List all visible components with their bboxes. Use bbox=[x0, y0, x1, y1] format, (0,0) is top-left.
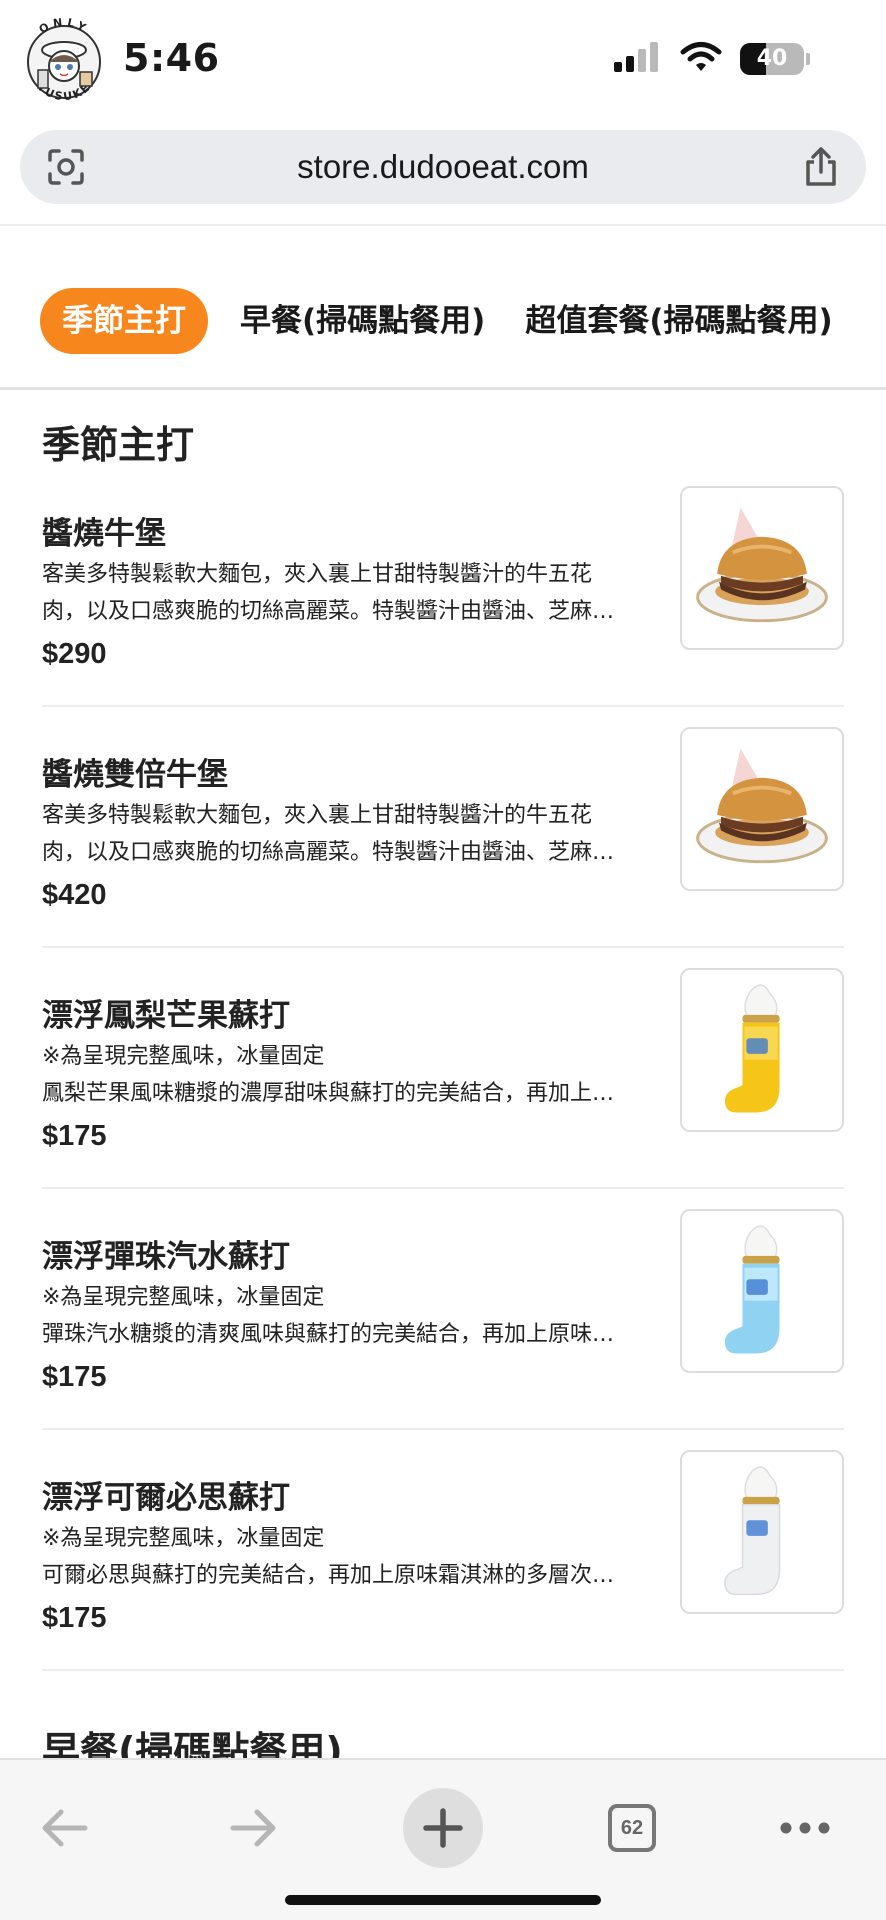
item-divider bbox=[42, 705, 844, 707]
item-desc-line: ※為呈現完整風味，冰量固定 bbox=[42, 1526, 325, 1551]
item-image-burger[interactable] bbox=[680, 486, 844, 650]
menu-item[interactable]: 漂浮可爾必思蘇打 ※為呈現完整風味，冰量固定 可爾必思與蘇打的完美結合，再加上原… bbox=[42, 1450, 844, 1712]
tabs-count: 62 bbox=[608, 1804, 656, 1852]
item-divider bbox=[42, 1428, 844, 1430]
status-bar: ONLY YUSUKE 5:46 bbox=[0, 0, 886, 118]
item-price: $290 bbox=[42, 638, 107, 670]
url-text[interactable]: store.dudooeat.com bbox=[20, 130, 866, 204]
item-name: 醬燒牛堡 bbox=[42, 516, 166, 552]
back-arrow-icon[interactable] bbox=[24, 1788, 104, 1868]
battery-level: 40 bbox=[756, 46, 788, 71]
item-image-burger[interactable] bbox=[680, 727, 844, 891]
plus-icon[interactable] bbox=[403, 1788, 483, 1868]
item-description: 客美多特製鬆軟大麵包，夾入裏上甘甜特製醬汁的牛五花 肉，以及口感爽脆的切絲高麗菜… bbox=[42, 797, 654, 871]
item-desc-line: 客美多特製鬆軟大麵包，夾入裏上甘甜特製醬汁的牛五花 bbox=[42, 803, 593, 828]
item-name: 漂浮鳳梨芒果蘇打 bbox=[42, 998, 290, 1034]
menu-item[interactable]: 醬燒雙倍牛堡 客美多特製鬆軟大麵包，夾入裏上甘甜特製醬汁的牛五花 肉，以及口感爽… bbox=[42, 727, 844, 989]
item-price: $420 bbox=[42, 879, 107, 911]
status-time: 5:46 bbox=[123, 36, 220, 80]
menu-item[interactable]: 醬燒牛堡 客美多特製鬆軟大麵包，夾入裏上甘甜特製醬汁的牛五花 肉，以及口感爽脆的… bbox=[42, 486, 844, 748]
item-price: $175 bbox=[42, 1120, 107, 1152]
item-divider bbox=[42, 1187, 844, 1189]
item-description: ※為呈現完整風味，冰量固定 彈珠汽水糖漿的清爽風味與蘇打的完美結合，再加上原味… bbox=[42, 1279, 654, 1353]
item-divider bbox=[42, 946, 844, 948]
share-icon[interactable] bbox=[802, 146, 840, 188]
item-divider bbox=[42, 1669, 844, 1671]
forward-arrow-icon[interactable] bbox=[214, 1788, 294, 1868]
item-description: ※為呈現完整風味，冰量固定 鳳梨芒果風味糖漿的濃厚甜味與蘇打的完美結合，再加上… bbox=[42, 1038, 654, 1112]
item-desc-line: 彈珠汽水糖漿的清爽風味與蘇打的完美結合，再加上原味… bbox=[42, 1322, 615, 1347]
battery-tip bbox=[806, 53, 810, 65]
menu-item[interactable]: 漂浮彈珠汽水蘇打 ※為呈現完整風味，冰量固定 彈珠汽水糖漿的清爽風味與蘇打的完美… bbox=[42, 1209, 844, 1471]
tab-value-set[interactable]: 超值套餐(掃碼點餐用) bbox=[525, 288, 832, 354]
item-desc-line: 可爾必思與蘇打的完美結合，再加上原味霜淇淋的多層次… bbox=[42, 1563, 615, 1588]
system-icons: 40 bbox=[614, 42, 810, 76]
more-icon[interactable] bbox=[765, 1788, 845, 1868]
item-name: 醬燒雙倍牛堡 bbox=[42, 757, 228, 793]
tab-seasonal[interactable]: 季節主打 bbox=[40, 288, 208, 354]
item-description: ※為呈現完整風味，冰量固定 可爾必思與蘇打的完美結合，再加上原味霜淇淋的多層次… bbox=[42, 1520, 654, 1594]
category-tabs: 季節主打 早餐(掃碼點餐用) 超值套餐(掃碼點餐用) bbox=[40, 288, 873, 354]
item-price: $175 bbox=[42, 1602, 107, 1634]
tabs-icon[interactable]: 62 bbox=[592, 1788, 672, 1868]
battery-icon: 40 bbox=[740, 43, 804, 75]
section-title-seasonal: 季節主打 bbox=[42, 423, 195, 467]
item-desc-line: 肉，以及口感爽脆的切絲高麗菜。特製醬汁由醬油、芝麻… bbox=[42, 599, 615, 624]
item-desc-line: 肉，以及口感爽脆的切絲高麗菜。特製醬汁由醬油、芝麻… bbox=[42, 840, 615, 865]
item-image-float-white[interactable] bbox=[680, 1450, 844, 1614]
item-desc-line: 鳳梨芒果風味糖漿的濃厚甜味與蘇打的完美結合，再加上… bbox=[42, 1081, 615, 1106]
item-desc-line: ※為呈現完整風味，冰量固定 bbox=[42, 1044, 325, 1069]
item-desc-line: ※為呈現完整風味，冰量固定 bbox=[42, 1285, 325, 1310]
tabs-divider bbox=[0, 387, 886, 390]
item-desc-line: 客美多特製鬆軟大麵包，夾入裏上甘甜特製醬汁的牛五花 bbox=[42, 562, 593, 587]
wifi-icon bbox=[680, 41, 722, 77]
menu-item[interactable]: 漂浮鳳梨芒果蘇打 ※為呈現完整風味，冰量固定 鳳梨芒果風味糖漿的濃厚甜味與蘇打的… bbox=[42, 968, 844, 1230]
item-image-float-yellow[interactable] bbox=[680, 968, 844, 1132]
item-image-float-blue[interactable] bbox=[680, 1209, 844, 1373]
item-name: 漂浮可爾必思蘇打 bbox=[42, 1480, 290, 1516]
cellular-signal-icon bbox=[614, 42, 662, 76]
item-price: $175 bbox=[42, 1361, 107, 1393]
url-bar[interactable]: store.dudooeat.com bbox=[20, 130, 866, 204]
header-divider bbox=[0, 224, 886, 226]
home-indicator bbox=[285, 1895, 601, 1905]
avatar: ONLY YUSUKE bbox=[16, 10, 112, 110]
item-description: 客美多特製鬆軟大麵包，夾入裏上甘甜特製醬汁的牛五花 肉，以及口感爽脆的切絲高麗菜… bbox=[42, 556, 654, 630]
item-name: 漂浮彈珠汽水蘇打 bbox=[42, 1239, 290, 1275]
tab-breakfast[interactable]: 早餐(掃碼點餐用) bbox=[240, 288, 485, 354]
